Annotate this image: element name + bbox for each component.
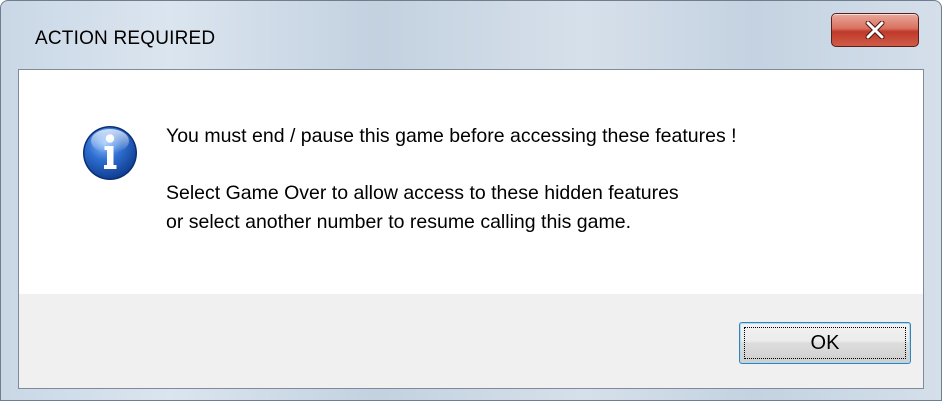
ok-button-label: OK xyxy=(810,331,840,354)
message-line-3: or select another number to resume calli… xyxy=(166,211,631,233)
message-line-1: You must end / pause this game before ac… xyxy=(166,125,737,147)
close-button[interactable] xyxy=(831,13,919,47)
information-icon xyxy=(83,126,137,180)
button-bar: OK xyxy=(19,294,923,388)
message-text: You must end / pause this game before ac… xyxy=(166,122,737,237)
dialog-client-area: You must end / pause this game before ac… xyxy=(18,69,924,389)
window-title: ACTION REQUIRED xyxy=(35,28,216,49)
message-area: You must end / pause this game before ac… xyxy=(19,70,923,294)
message-line-2: Select Game Over to allow access to thes… xyxy=(166,182,679,204)
dialog-window: ACTION REQUIRED You must end / pause thi… xyxy=(0,0,942,401)
ok-button[interactable]: OK xyxy=(739,322,911,364)
close-icon xyxy=(865,21,885,39)
title-bar[interactable]: ACTION REQUIRED xyxy=(1,1,941,69)
